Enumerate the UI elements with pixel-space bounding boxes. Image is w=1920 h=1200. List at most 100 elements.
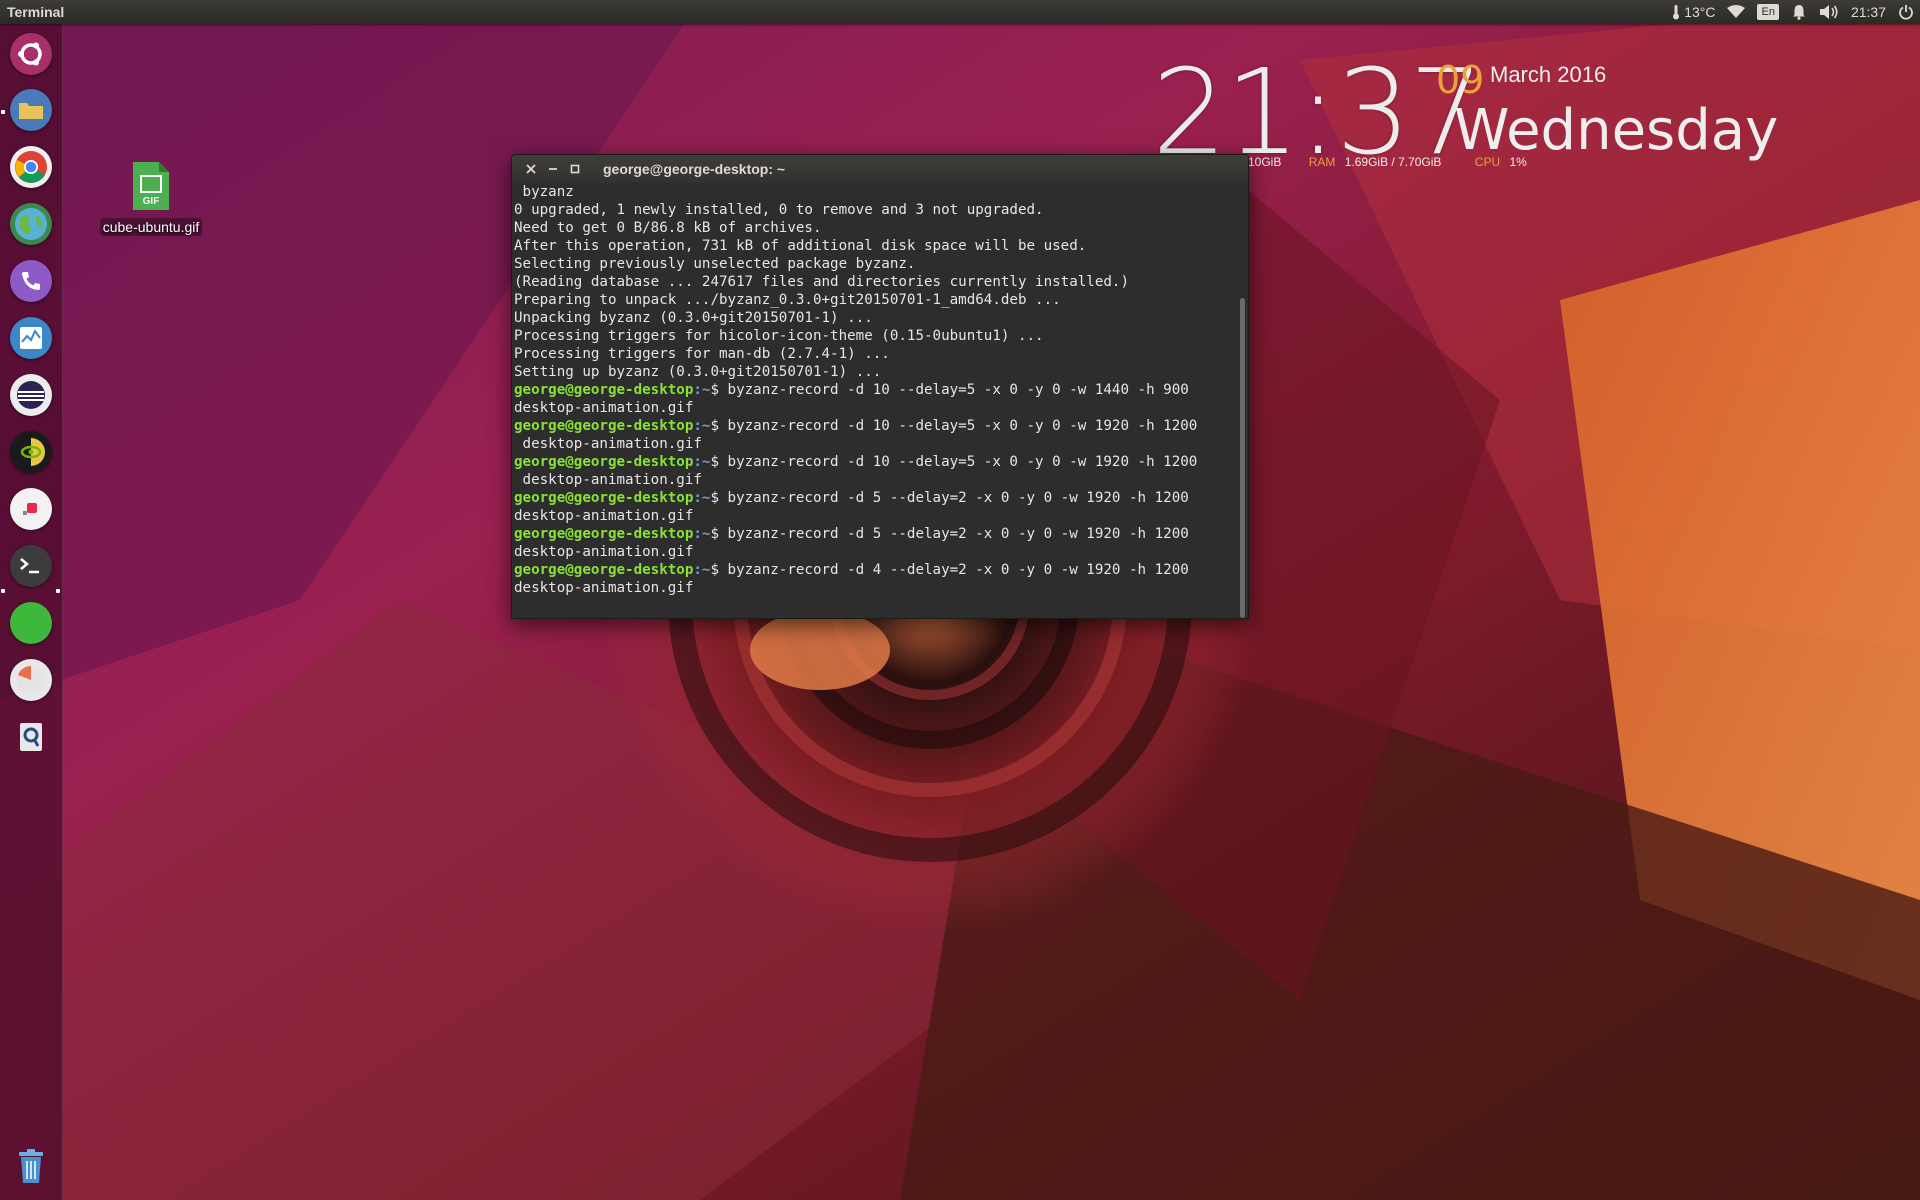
prompt-path: :~ bbox=[693, 382, 711, 398]
launcher-item-terminal[interactable] bbox=[10, 545, 52, 587]
terminal-command-line: george@george-desktop:~$ byzanz-record -… bbox=[514, 453, 1232, 471]
terminal-command-line: george@george-desktop:~$ byzanz-record -… bbox=[514, 381, 1232, 399]
launcher-item-earth[interactable] bbox=[10, 203, 52, 245]
close-icon bbox=[526, 164, 536, 174]
terminal-output-line: byzanz bbox=[514, 184, 574, 200]
command-text: $ byzanz-record -d 10 --delay=5 -x 0 -y … bbox=[710, 382, 1189, 398]
conky-day: 09 bbox=[1436, 58, 1485, 102]
conky-weekday: Wednesday bbox=[1454, 98, 1779, 163]
network-indicator[interactable] bbox=[1727, 0, 1746, 24]
power-icon bbox=[1899, 5, 1913, 20]
conky-stats: 10GiB RAM 1.69GiB / 7.70GiB CPU 1% bbox=[1248, 155, 1533, 169]
launcher-item-recorder[interactable] bbox=[10, 488, 52, 530]
command-text: $ byzanz-record -d 10 --delay=5 -x 0 -y … bbox=[710, 418, 1198, 434]
indicator-area: 13°C En 21:37 bbox=[1672, 0, 1914, 24]
temperature-indicator[interactable]: 13°C bbox=[1672, 0, 1715, 24]
gif-badge: GIF bbox=[143, 196, 160, 207]
sound-indicator[interactable] bbox=[1819, 0, 1839, 24]
chrome-icon bbox=[15, 151, 47, 183]
unity-launcher bbox=[0, 24, 63, 1200]
minimize-icon bbox=[549, 168, 557, 170]
desktop-file-cube-ubuntu[interactable]: GIF cube-ubuntu.gif bbox=[96, 162, 206, 237]
terminal-output-line: desktop-animation.gif bbox=[514, 508, 694, 524]
files-icon bbox=[19, 103, 43, 119]
launcher-item-eclipse[interactable] bbox=[10, 374, 52, 416]
speaker-icon bbox=[1819, 5, 1838, 19]
terminal-titlebar[interactable]: george@george-desktop: ~ bbox=[512, 155, 1248, 183]
prompt-user: george@george-desktop bbox=[514, 562, 694, 578]
language-badge: En bbox=[1757, 4, 1779, 20]
globe-icon bbox=[15, 208, 47, 240]
terminal-output-line: desktop-animation.gif bbox=[514, 472, 702, 488]
terminal-output-line: Unpacking byzanz (0.3.0+git20150701-1) .… bbox=[514, 310, 873, 326]
conky-disk-value: 10GiB bbox=[1248, 155, 1282, 169]
terminal-output[interactable]: byzanz 0 upgraded, 1 newly installed, 0 t… bbox=[512, 183, 1248, 618]
keyboard-indicator[interactable]: En bbox=[1757, 0, 1779, 24]
launcher-item-system-monitor[interactable] bbox=[10, 317, 52, 359]
terminal-output-line: desktop-animation.gif bbox=[514, 544, 694, 560]
eclipse-icon bbox=[17, 381, 45, 409]
command-text: $ byzanz-record -d 4 --delay=2 -x 0 -y 0… bbox=[710, 562, 1189, 578]
conky-ram-label: RAM bbox=[1308, 155, 1336, 169]
prompt-user: george@george-desktop bbox=[514, 490, 694, 506]
minimize-button[interactable] bbox=[544, 155, 562, 183]
gif-file-icon: GIF bbox=[133, 162, 169, 210]
terminal-command-line: george@george-desktop:~$ byzanz-record -… bbox=[514, 525, 1232, 543]
terminal-command-line: george@george-desktop:~$ byzanz-record -… bbox=[514, 561, 1232, 579]
prompt-path: :~ bbox=[693, 454, 711, 470]
nvidia-icon bbox=[20, 438, 45, 466]
recorder-icon bbox=[23, 503, 37, 515]
terminal-output-line: 0 upgraded, 1 newly installed, 0 to remo… bbox=[514, 202, 1044, 218]
terminal-lines: byzanz 0 upgraded, 1 newly installed, 0 t… bbox=[514, 183, 1232, 597]
conky-ram-value: 1.69GiB / 7.70GiB bbox=[1344, 155, 1442, 169]
launcher-item-files[interactable] bbox=[10, 89, 52, 131]
launcher-item-green-app[interactable] bbox=[10, 602, 52, 644]
terminal-output-line: desktop-animation.gif bbox=[514, 580, 694, 596]
prompt-user: george@george-desktop bbox=[514, 418, 694, 434]
trash-icon bbox=[19, 1149, 43, 1183]
launcher-item-keyring[interactable] bbox=[10, 716, 52, 758]
prompt-path: :~ bbox=[693, 490, 711, 506]
terminal-output-line: Preparing to unpack .../byzanz_0.3.0+git… bbox=[514, 292, 1061, 308]
launcher-item-trash[interactable] bbox=[10, 1145, 52, 1187]
command-text: $ byzanz-record -d 5 --delay=2 -x 0 -y 0… bbox=[710, 490, 1189, 506]
phone-icon bbox=[22, 272, 40, 290]
terminal-scrollbar[interactable] bbox=[1240, 298, 1245, 618]
keyring-icon bbox=[20, 723, 42, 751]
desktop-file-label: cube-ubuntu.gif bbox=[99, 218, 203, 236]
prompt-user: george@george-desktop bbox=[514, 382, 694, 398]
thermometer-icon bbox=[1673, 5, 1680, 20]
clock-indicator[interactable]: 21:37 bbox=[1851, 0, 1886, 24]
close-button[interactable] bbox=[522, 155, 540, 183]
prompt-path: :~ bbox=[693, 418, 711, 434]
terminal-output-line: desktop-animation.gif bbox=[514, 400, 694, 416]
panel-clock: 21:37 bbox=[1850, 4, 1886, 20]
terminal-command-line: george@george-desktop:~$ byzanz-record -… bbox=[514, 417, 1232, 435]
terminal-output-line: Processing triggers for hicolor-icon-the… bbox=[514, 328, 1044, 344]
top-panel: Terminal 13°C En 21:37 bbox=[0, 0, 1920, 24]
terminal-title: george@george-desktop: ~ bbox=[603, 161, 786, 177]
launcher-item-chrome[interactable] bbox=[10, 146, 52, 188]
launcher-item-viber[interactable] bbox=[10, 260, 52, 302]
launcher-item-dash[interactable] bbox=[10, 33, 52, 75]
prompt-path: :~ bbox=[693, 562, 711, 578]
prompt-user: george@george-desktop bbox=[514, 526, 694, 542]
messaging-indicator[interactable] bbox=[1791, 0, 1807, 24]
launcher-item-disk-usage[interactable] bbox=[10, 659, 52, 701]
command-text: $ byzanz-record -d 10 --delay=5 -x 0 -y … bbox=[710, 454, 1198, 470]
pie-icon bbox=[17, 666, 45, 694]
ubuntu-dash-icon bbox=[18, 42, 42, 66]
terminal-output-line: desktop-animation.gif bbox=[514, 436, 702, 452]
terminal-command-line: george@george-desktop:~$ byzanz-record -… bbox=[514, 489, 1232, 507]
command-text: $ byzanz-record -d 5 --delay=2 -x 0 -y 0… bbox=[710, 526, 1189, 542]
terminal-output-line: Selecting previously unselected package … bbox=[514, 256, 916, 272]
session-indicator[interactable] bbox=[1898, 0, 1914, 24]
terminal-output-line: Need to get 0 B/86.8 kB of archives. bbox=[514, 220, 822, 236]
terminal-window[interactable]: george@george-desktop: ~ byzanz 0 upgrade… bbox=[511, 154, 1249, 619]
launcher-item-nvidia[interactable] bbox=[10, 431, 52, 473]
maximize-button[interactable] bbox=[566, 155, 584, 183]
green-circle-icon bbox=[27, 619, 35, 627]
terminal-output-line: Processing triggers for man-db (2.7.4-1)… bbox=[514, 346, 890, 362]
bell-icon bbox=[1792, 5, 1805, 20]
conky-cpu-label: CPU bbox=[1474, 155, 1501, 169]
